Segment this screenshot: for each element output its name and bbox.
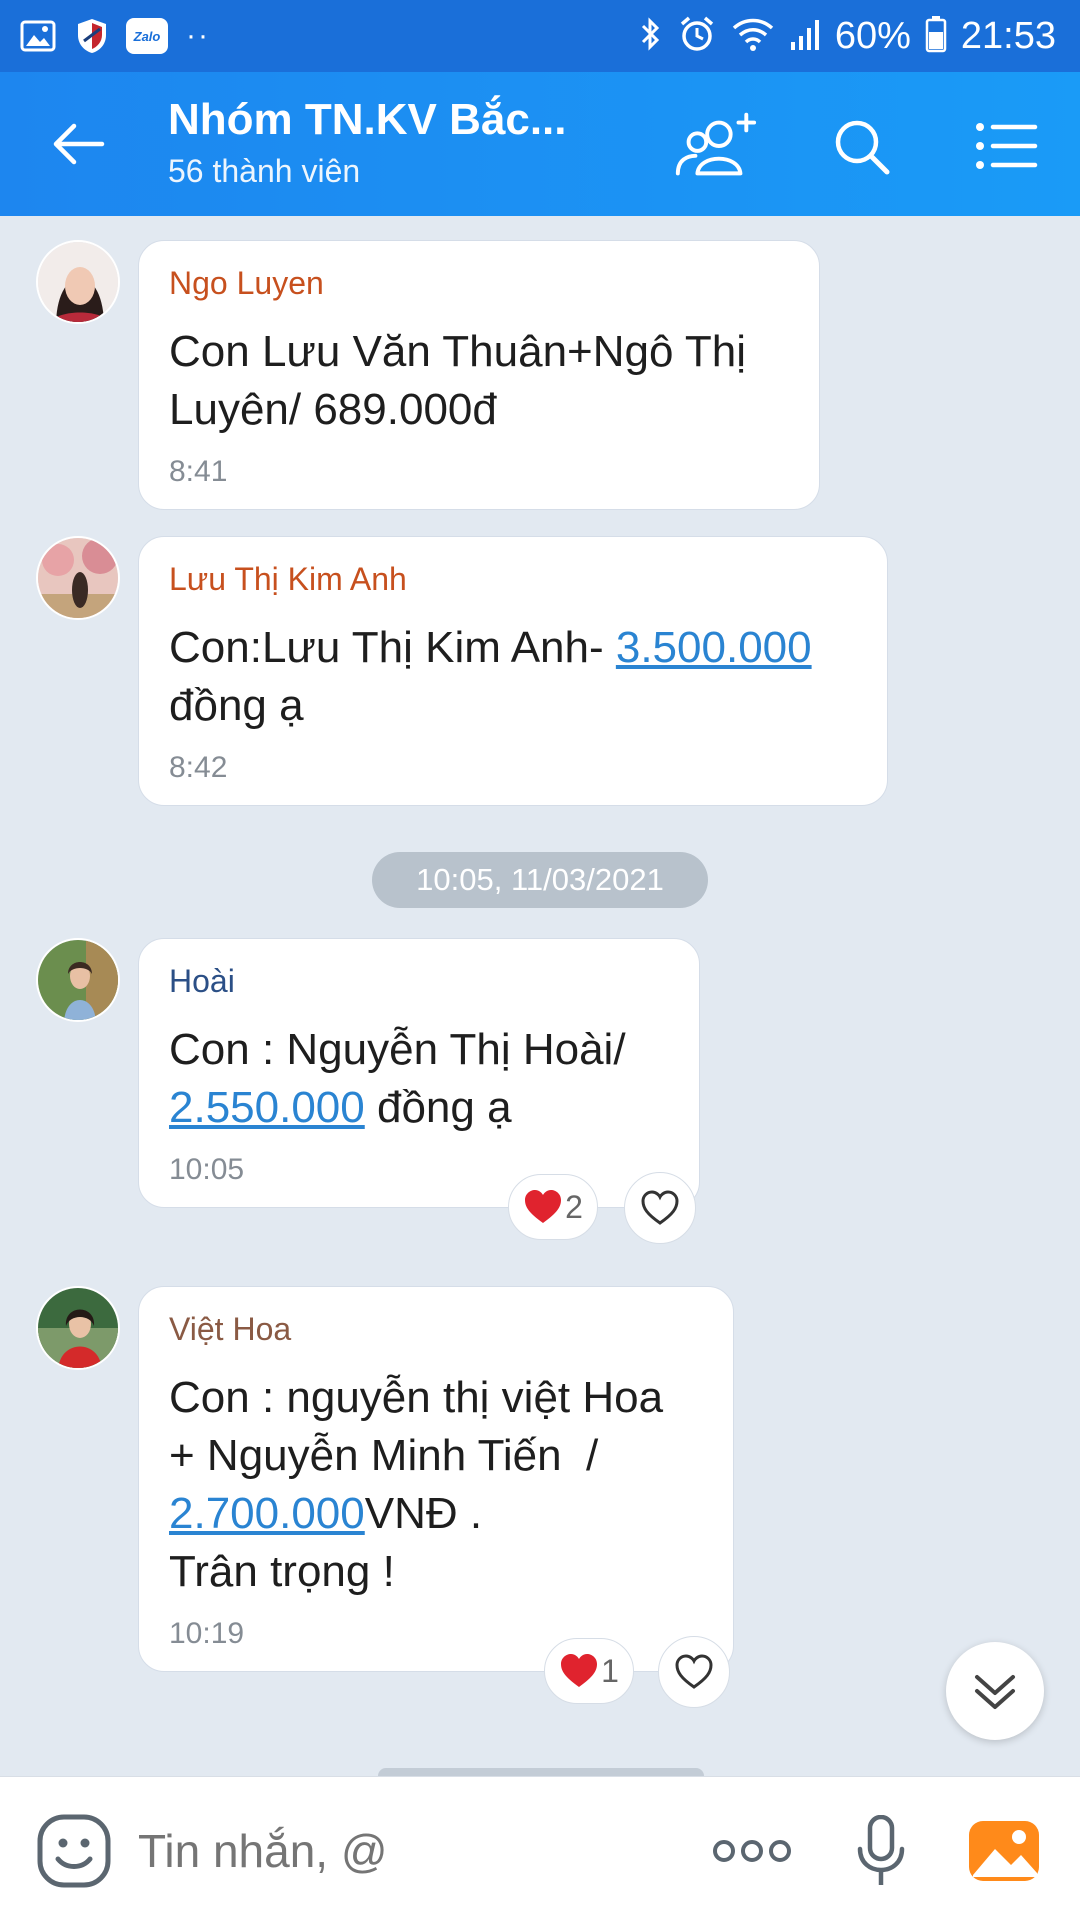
- bluetooth-icon: [639, 16, 663, 57]
- microphone-icon: [857, 1815, 905, 1885]
- message-text: Con : nguyễn thị việt Hoa + Nguyễn Minh …: [169, 1373, 664, 1596]
- sender-name: Việt Hoa: [169, 1311, 292, 1347]
- heart-icon: [561, 1654, 598, 1687]
- add-member-button[interactable]: [670, 106, 760, 186]
- member-count: 56 thành viên: [168, 153, 361, 189]
- reaction-summary[interactable]: 2: [508, 1174, 598, 1240]
- group-info[interactable]: Nhóm TN.KV Bắc... 56 thành viên: [168, 92, 648, 194]
- shield-notification-icon: [72, 16, 112, 56]
- message-bubble[interactable]: Ngo Luyen Con Lưu Văn Thuân+Ngô Thị Luyê…: [138, 240, 820, 510]
- zalo-app-icon: Zalo: [126, 18, 168, 54]
- battery-icon: [925, 15, 947, 58]
- message-text: Con : Nguyễn Thị Hoài/ 2.550.000 đồng ạ: [169, 1025, 626, 1132]
- menu-button[interactable]: [962, 106, 1052, 186]
- chat-header: Nhóm TN.KV Bắc... 56 thành viên: [0, 72, 1080, 216]
- menu-icon: [976, 123, 1038, 169]
- search-icon: [835, 120, 890, 175]
- composer: [0, 1776, 1080, 1920]
- more-notifications-indicator: ··: [186, 19, 210, 52]
- amount-link[interactable]: 3.500.000: [616, 623, 812, 672]
- message-input[interactable]: [138, 1821, 658, 1881]
- group-title: Nhóm TN.KV Bắc...: [168, 95, 567, 144]
- gallery-notification-icon: [18, 16, 58, 56]
- avatar[interactable]: [36, 536, 120, 620]
- scroll-to-bottom-button[interactable]: [946, 1642, 1044, 1740]
- avatar[interactable]: [36, 1286, 120, 1370]
- sender-name: Ngo Luyen: [169, 265, 324, 301]
- more-button[interactable]: [712, 1811, 792, 1891]
- message-bubble[interactable]: Hoài Con : Nguyễn Thị Hoài/ 2.550.000 đồ…: [138, 938, 700, 1208]
- reaction-count: 1: [601, 1652, 619, 1689]
- scroll-down-icon: [975, 1675, 1015, 1709]
- more-icon: [713, 1840, 791, 1862]
- emoji-button[interactable]: [36, 1813, 112, 1889]
- message-bubble[interactable]: Việt Hoa Con : nguyễn thị việt Hoa + Ngu…: [138, 1286, 734, 1672]
- sender-name: Hoài: [169, 963, 235, 999]
- clock: 21:53: [960, 15, 1056, 57]
- message-text: Con:Lưu Thị Kim Anh- 3.500.000 đồng ạ: [169, 623, 812, 730]
- reaction-summary[interactable]: 1: [544, 1638, 634, 1704]
- message-time: 8:41: [169, 455, 228, 488]
- battery-percent: 60%: [834, 15, 911, 57]
- signal-icon: [789, 16, 821, 57]
- wifi-icon: [731, 16, 775, 57]
- message-time: 8:42: [169, 751, 228, 784]
- image-icon: [969, 1821, 1039, 1881]
- like-button[interactable]: [658, 1636, 730, 1708]
- message-list[interactable]: Ngo Luyen Con Lưu Văn Thuân+Ngô Thị Luyê…: [0, 216, 1080, 1784]
- voice-button[interactable]: [846, 1811, 916, 1891]
- like-heart-icon: [675, 1654, 713, 1689]
- amount-link[interactable]: 2.700.000: [169, 1489, 365, 1538]
- reaction-count: 2: [565, 1188, 583, 1225]
- add-member-icon: [675, 112, 757, 176]
- emoji-icon: [37, 1814, 111, 1888]
- like-heart-icon: [641, 1190, 679, 1225]
- message-time: 10:05: [169, 1153, 245, 1186]
- message-bubble[interactable]: Lưu Thị Kim Anh Con:Lưu Thị Kim Anh- 3.5…: [138, 536, 888, 806]
- like-button[interactable]: [624, 1172, 696, 1244]
- status-bar: Zalo ·· 60% 21:53: [0, 0, 1080, 72]
- date-separator: 10:05, 11/03/2021: [372, 852, 708, 908]
- sender-name: Lưu Thị Kim Anh: [169, 561, 407, 597]
- avatar[interactable]: [36, 938, 120, 1022]
- amount-link[interactable]: 2.550.000: [169, 1083, 365, 1132]
- search-button[interactable]: [816, 106, 906, 186]
- back-arrow-icon: [53, 123, 105, 165]
- alarm-icon: [677, 14, 717, 59]
- message-text: Con Lưu Văn Thuân+Ngô Thị Luyên/ 689.000…: [169, 327, 747, 434]
- back-button[interactable]: [40, 108, 116, 180]
- heart-icon: [525, 1190, 562, 1223]
- avatar[interactable]: [36, 240, 120, 324]
- send-image-button[interactable]: [966, 1811, 1042, 1891]
